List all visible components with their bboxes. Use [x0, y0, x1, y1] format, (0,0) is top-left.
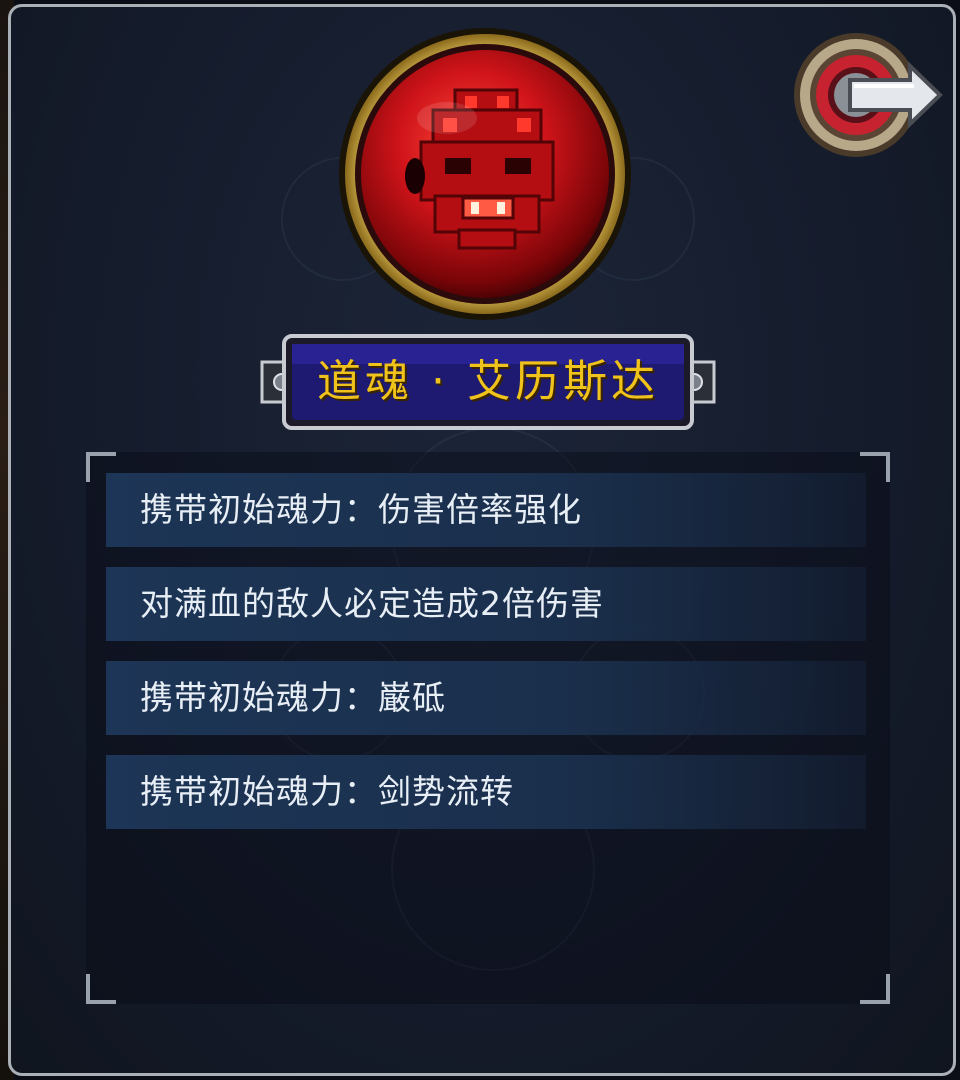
soul-emblem	[337, 26, 633, 322]
soul-name: 道魂 · 艾历斯达	[317, 356, 659, 407]
return-arrow-icon	[794, 33, 943, 157]
effect-row: 对满血的敌人必定造成2倍伤害	[106, 567, 866, 641]
effect-row: 携带初始魂力：剑势流转	[106, 755, 866, 829]
frame-corner	[86, 974, 116, 1004]
demon-mask-icon	[339, 28, 631, 320]
frame-corner	[860, 974, 890, 1004]
back-button[interactable]	[790, 24, 944, 166]
soul-effects-panel: 携带初始魂力：伤害倍率强化 对满血的敌人必定造成2倍伤害 携带初始魂力：巌砥 携…	[86, 452, 890, 1004]
soul-name-plate: 道魂 · 艾历斯达	[258, 332, 718, 432]
effect-row: 携带初始魂力：伤害倍率强化	[106, 473, 866, 547]
game-screen: 道魂 · 艾历斯达 携带初始魂力：伤害倍率强化 对满血的敌人必定造成2倍伤害 携…	[0, 0, 960, 1080]
effect-row: 携带初始魂力：巌砥	[106, 661, 866, 735]
